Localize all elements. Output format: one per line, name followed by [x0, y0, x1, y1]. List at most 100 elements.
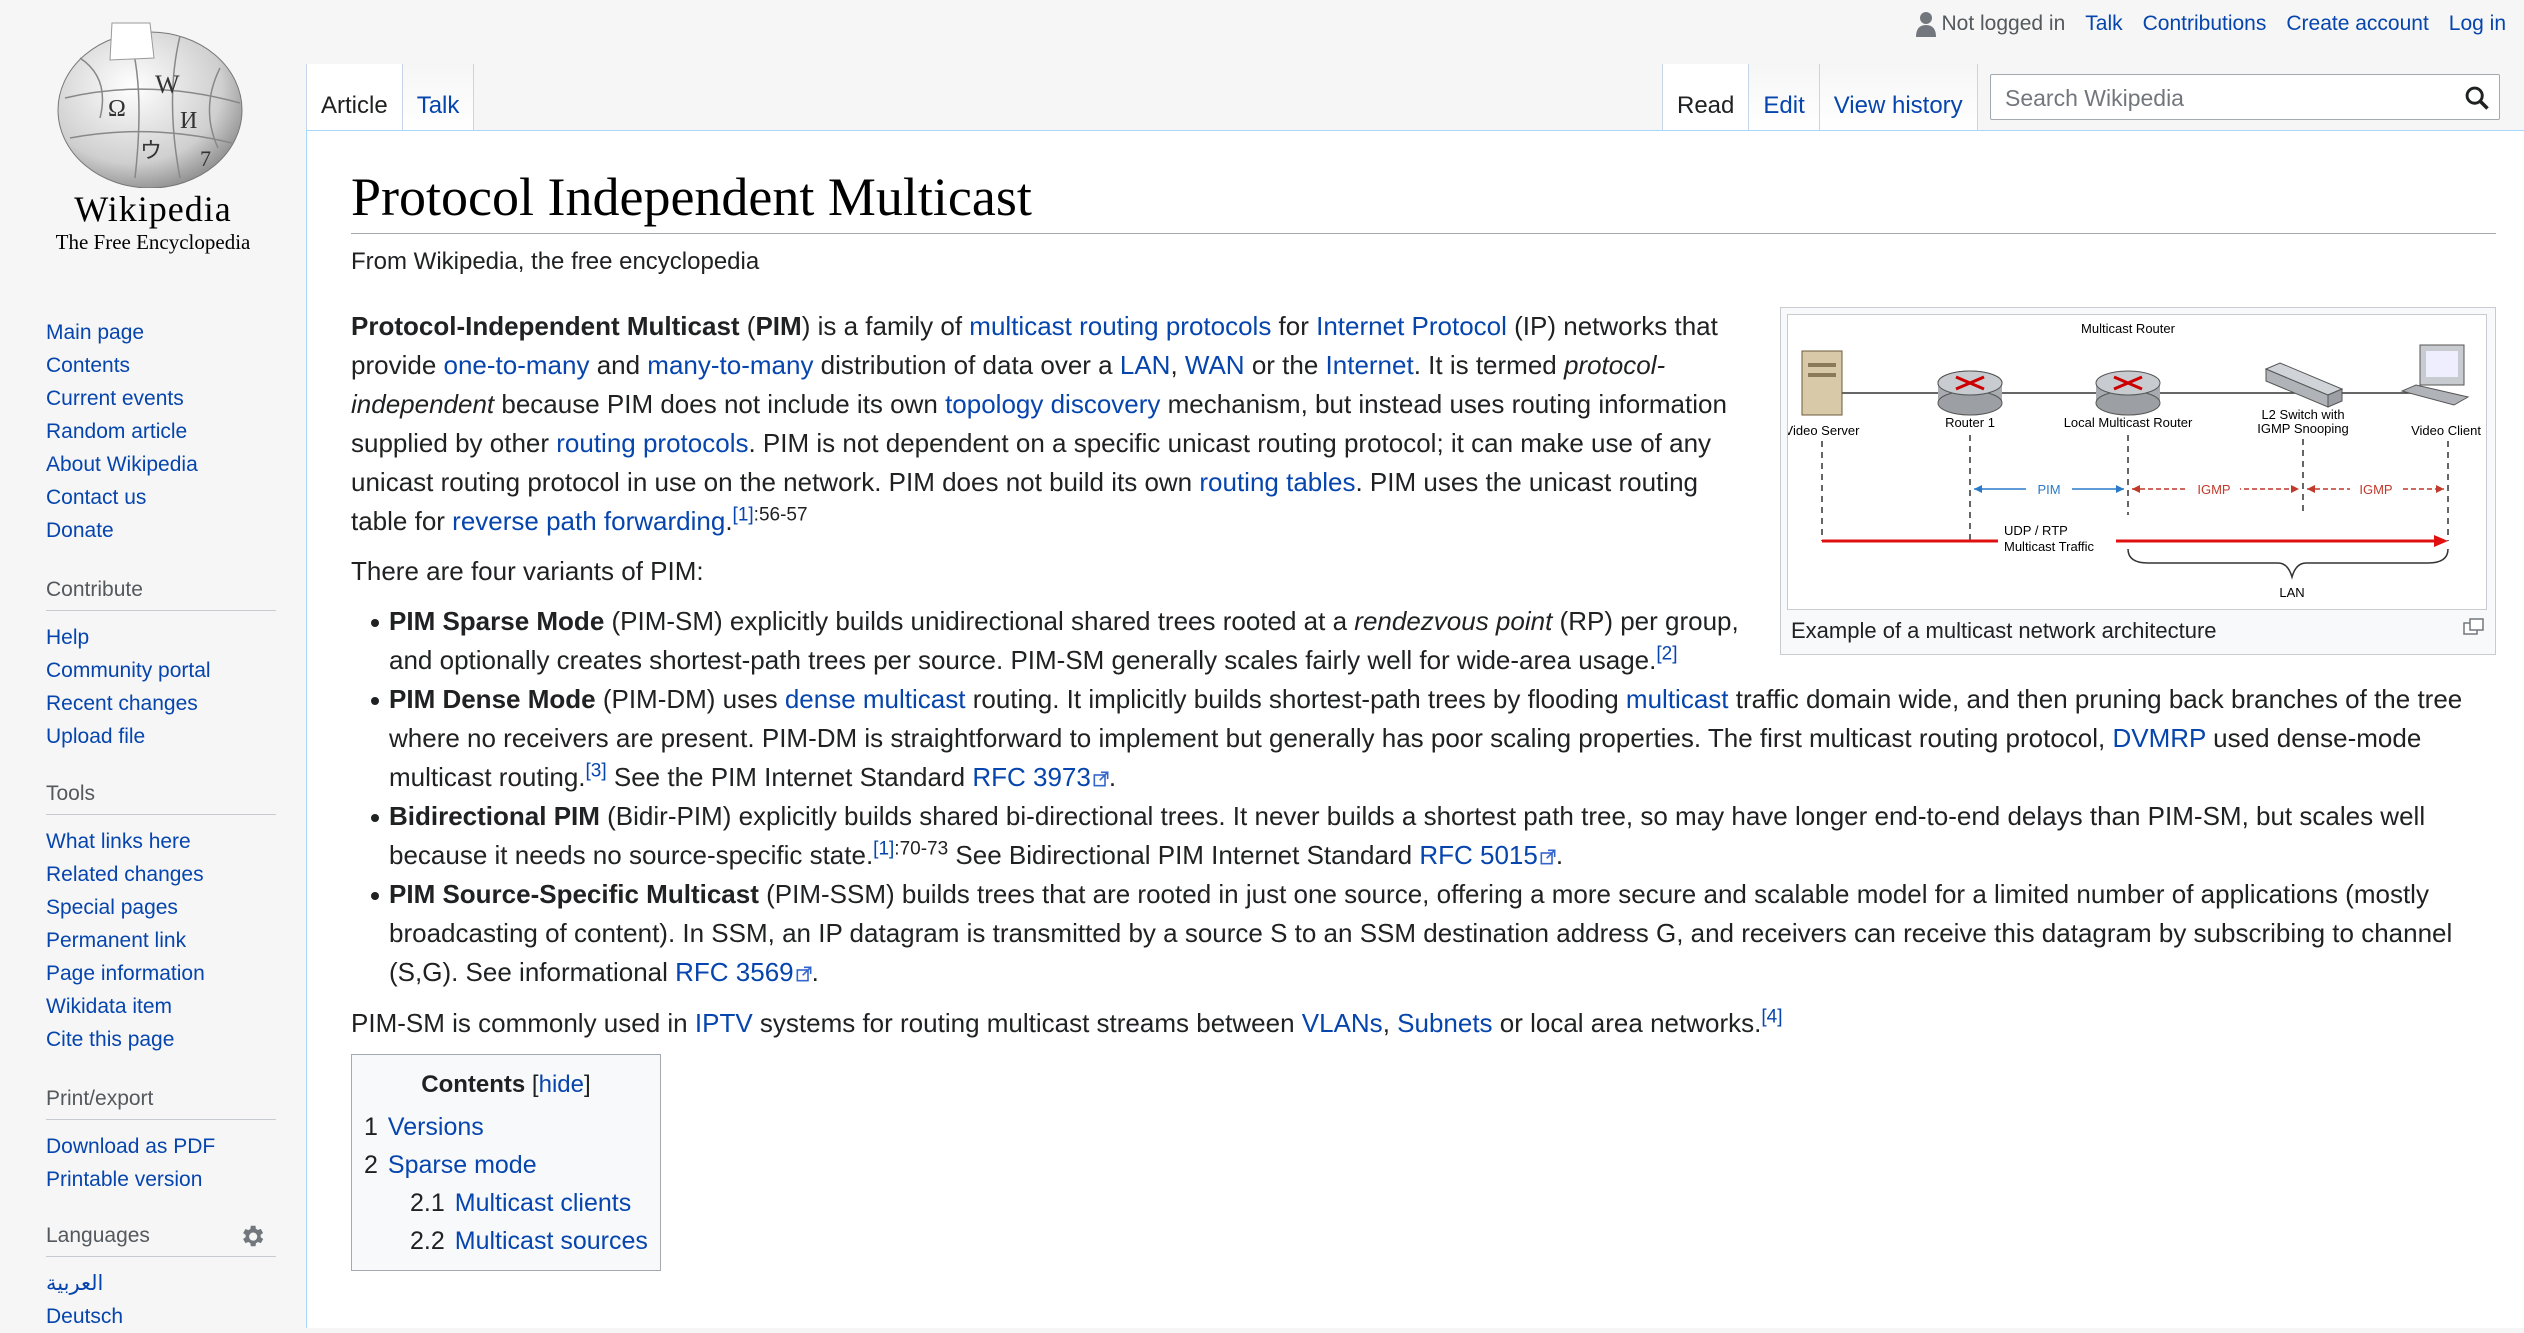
link-wan[interactable]: WAN — [1185, 350, 1245, 380]
tab-article[interactable]: Article — [306, 64, 403, 130]
talk-link[interactable]: Talk — [2085, 12, 2122, 36]
logo-wordmark: Wikipedia — [74, 189, 232, 229]
external-link-icon — [1540, 849, 1556, 865]
toc-title: Contents [hide] — [421, 1071, 591, 1098]
svg-text:IGMP: IGMP — [2197, 482, 2230, 497]
router-icon — [1937, 370, 2003, 416]
sidebar-item-cite-this-page[interactable]: Cite this page — [46, 1023, 276, 1056]
tab-view-history[interactable]: View history — [1819, 64, 1978, 130]
sidebar-item-community-portal[interactable]: Community portal — [46, 654, 276, 687]
log-in-link[interactable]: Log in — [2449, 12, 2506, 36]
link-internet[interactable]: Internet — [1326, 350, 1414, 380]
list-item: PIM Dense Mode (PIM-DM) uses dense multi… — [371, 680, 2496, 797]
sidebar-item-upload-file[interactable]: Upload file — [46, 720, 276, 753]
tab-edit[interactable]: Edit — [1749, 64, 1820, 130]
contribute-portal: Contribute Help Community portal Recent … — [46, 578, 276, 753]
link-dvmrp[interactable]: DVMRP — [2113, 723, 2206, 753]
wikipedia-logo[interactable]: W Ω И ウ 7 Wikipedia The Free Encyclopedi… — [0, 0, 306, 290]
toc-item-multicast-sources[interactable]: 2.2 Multicast sources — [364, 1222, 648, 1260]
citation-1: [1]:56-57 — [732, 504, 808, 526]
link-multicast[interactable]: multicast — [1626, 684, 1729, 714]
navigation-portal: Main page Contents Current events Random… — [46, 316, 276, 547]
tab-talk[interactable]: Talk — [402, 64, 475, 130]
user-icon — [1915, 12, 1936, 37]
switch-icon — [2264, 362, 2344, 408]
network-diagram: Multicast Router Video Server Router 1 L… — [1785, 321, 2482, 600]
link-rfc-5015[interactable]: RFC 5015 — [1419, 840, 1556, 870]
list-item: Bidirectional PIM (Bidir-PIM) explicitly… — [371, 797, 2496, 875]
list-item: PIM Source-Specific Multicast (PIM-SSM) … — [371, 875, 2496, 992]
tools-heading: Tools — [46, 782, 276, 815]
print-portal: Print/export Download as PDF Printable v… — [46, 1087, 276, 1196]
svg-text:UDP / RTP: UDP / RTP — [2004, 523, 2068, 538]
toc-item-sparse-mode[interactable]: 2 Sparse mode — [364, 1146, 648, 1184]
sidebar-item-lang-deutsch[interactable]: Deutsch — [46, 1300, 276, 1333]
citation-3[interactable]: [3] — [586, 760, 607, 781]
sidebar-item-page-information[interactable]: Page information — [46, 957, 276, 990]
sidebar-item-random-article[interactable]: Random article — [46, 415, 276, 448]
toc-item-multicast-clients[interactable]: 2.1 Multicast clients — [364, 1184, 648, 1222]
sidebar-item-permanent-link[interactable]: Permanent link — [46, 924, 276, 957]
sidebar-item-recent-changes[interactable]: Recent changes — [46, 687, 276, 720]
search-icon[interactable] — [2463, 84, 2491, 112]
sidebar-item-contents[interactable]: Contents — [46, 349, 276, 382]
logo-tagline: The Free Encyclopedia — [55, 230, 251, 254]
toc-item-versions[interactable]: 1 Versions — [364, 1108, 648, 1146]
link-one-to-many[interactable]: one-to-many — [444, 350, 590, 380]
link-lan[interactable]: LAN — [1120, 350, 1171, 380]
link-iptv[interactable]: IPTV — [695, 1008, 753, 1038]
citation-4[interactable]: [4] — [1761, 1006, 1782, 1027]
sidebar-item-contact[interactable]: Contact us — [46, 481, 276, 514]
not-logged-in: Not logged in — [1915, 11, 2065, 37]
toc-hide-toggle[interactable]: hide — [539, 1071, 584, 1098]
link-dense-multicast[interactable]: dense multicast — [785, 684, 966, 714]
multicast-architecture-diagram[interactable]: Multicast Router Video Server Router 1 L… — [1785, 314, 2487, 610]
list-item: PIM Sparse Mode (PIM-SM) explicitly buil… — [371, 602, 2496, 680]
sidebar-item-what-links-here[interactable]: What links here — [46, 825, 276, 858]
link-rfc-3973[interactable]: RFC 3973 — [972, 762, 1109, 792]
sidebar-item-main-page[interactable]: Main page — [46, 316, 276, 349]
personal-tools: Not logged in Talk Contributions Create … — [1915, 8, 2506, 40]
link-rfc-3569[interactable]: RFC 3569 — [675, 957, 812, 987]
link-topology-discovery[interactable]: topology discovery — [945, 389, 1160, 419]
tools-portal: Tools What links here Related changes Sp… — [46, 782, 276, 1056]
router-icon — [2095, 370, 2161, 416]
link-multicast-routing-protocols[interactable]: multicast routing protocols — [969, 311, 1271, 341]
link-routing-protocols[interactable]: routing protocols — [556, 428, 748, 458]
sidebar-item-wikidata-item[interactable]: Wikidata item — [46, 990, 276, 1023]
tab-read[interactable]: Read — [1662, 64, 1750, 130]
content-area: Protocol Independent Multicast From Wiki… — [306, 130, 2524, 1328]
sidebar-item-download-pdf[interactable]: Download as PDF — [46, 1130, 276, 1163]
search-input[interactable] — [2003, 75, 2447, 121]
svg-text:IGMP: IGMP — [2359, 482, 2392, 497]
link-routing-tables[interactable]: routing tables — [1199, 467, 1355, 497]
sidebar-item-special-pages[interactable]: Special pages — [46, 891, 276, 924]
sidebar-item-lang-arabic[interactable]: العربية — [46, 1267, 276, 1300]
external-link-icon — [1093, 771, 1109, 787]
iptv-paragraph: PIM-SM is commonly used in IPTV systems … — [351, 1006, 1783, 1038]
link-vlans[interactable]: VLANs — [1302, 1008, 1383, 1038]
citation-2[interactable]: [2] — [1656, 643, 1677, 664]
svg-text:Video Server: Video Server — [1788, 423, 1860, 438]
sidebar-item-printable-version[interactable]: Printable version — [46, 1163, 276, 1196]
link-internet-protocol[interactable]: Internet Protocol — [1316, 311, 1507, 341]
svg-text:PIM: PIM — [2037, 482, 2060, 497]
table-of-contents: Contents [hide] 1 Versions 2 Sparse mode 2… — [351, 1054, 661, 1271]
create-account-link[interactable]: Create account — [2286, 12, 2428, 36]
sidebar-item-about[interactable]: About Wikipedia — [46, 448, 276, 481]
gear-icon[interactable] — [238, 1222, 266, 1250]
svg-text:Multicast Router: Multicast Router — [2081, 321, 2176, 336]
wikipedia-globe-icon: W Ω И ウ 7 — [57, 22, 243, 188]
svg-text:Ω: Ω — [108, 96, 126, 122]
sidebar-item-help[interactable]: Help — [46, 621, 276, 654]
article-body: Multicast Router Video Server Router 1 L… — [351, 307, 2496, 1271]
link-reverse-path-forwarding[interactable]: reverse path forwarding — [452, 506, 725, 536]
contributions-link[interactable]: Contributions — [2143, 12, 2267, 36]
variants-list: PIM Sparse Mode (PIM-SM) explicitly buil… — [351, 602, 2496, 992]
sidebar-item-current-events[interactable]: Current events — [46, 382, 276, 415]
sidebar-item-related-changes[interactable]: Related changes — [46, 858, 276, 891]
link-many-to-many[interactable]: many-to-many — [647, 350, 813, 380]
svg-text:LAN: LAN — [2279, 585, 2304, 600]
link-subnets[interactable]: Subnets — [1397, 1008, 1492, 1038]
sidebar-item-donate[interactable]: Donate — [46, 514, 276, 547]
